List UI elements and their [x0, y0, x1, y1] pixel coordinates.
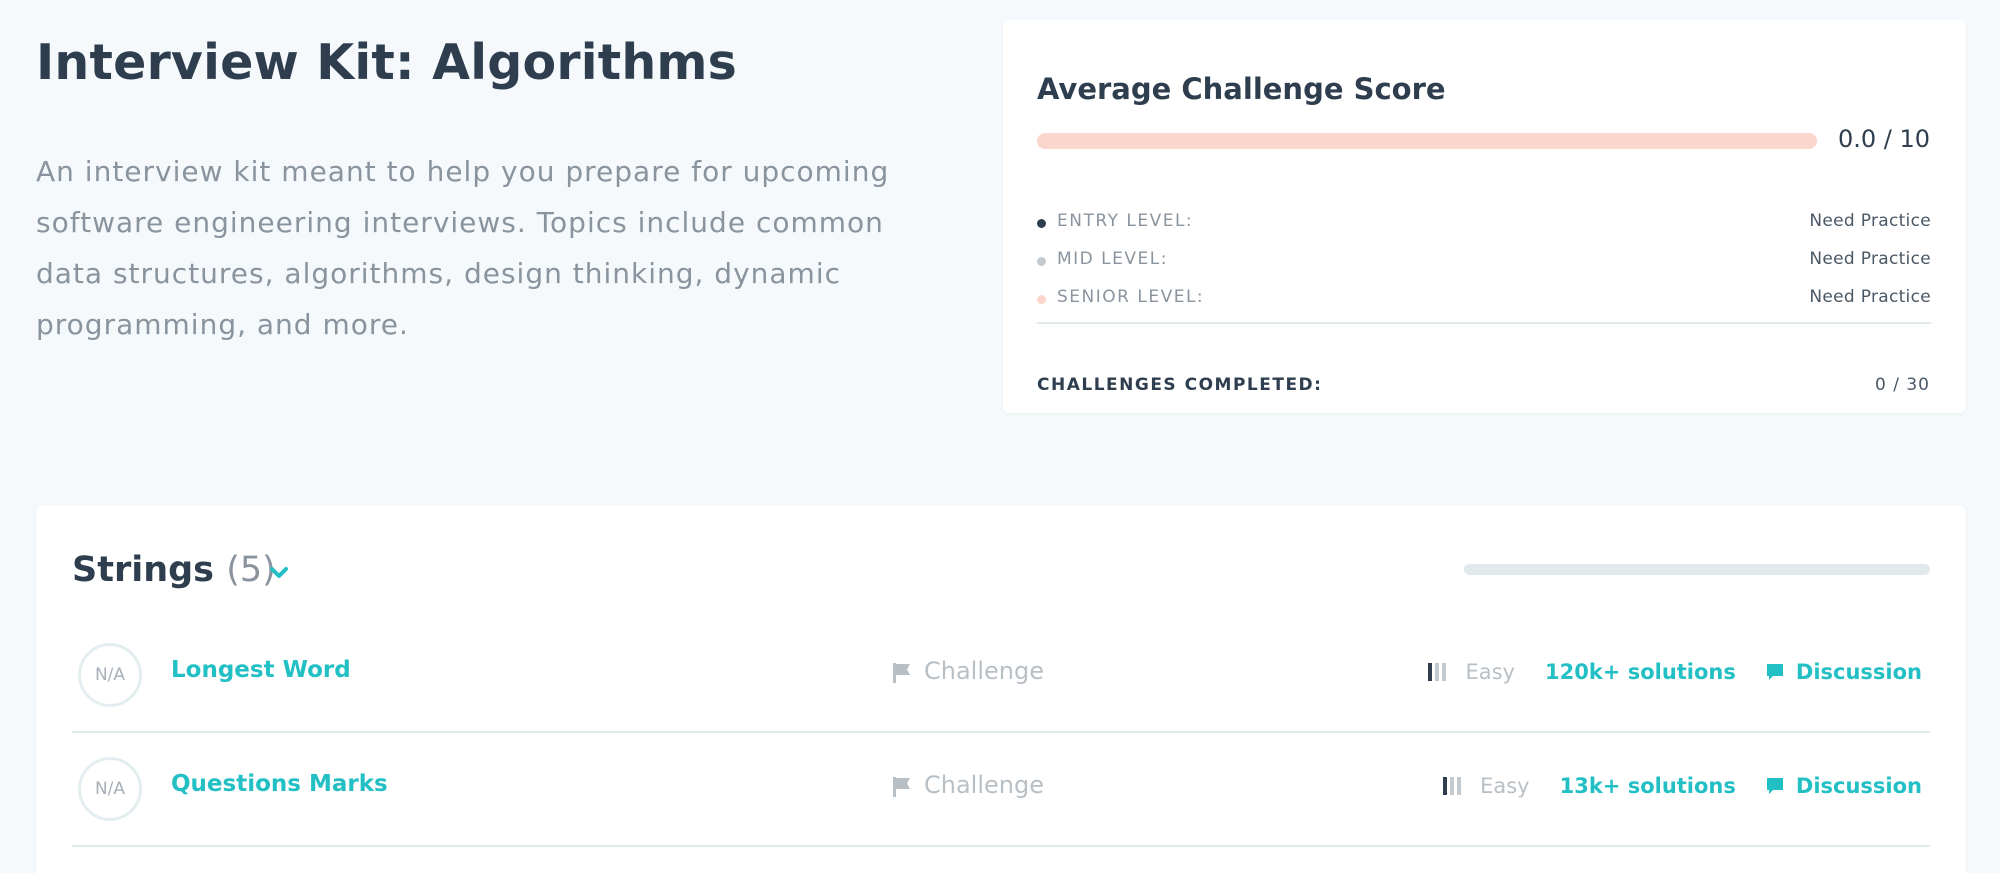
mid-level-dot: [1037, 257, 1046, 266]
challenge-type: Challenge: [924, 771, 1044, 799]
difficulty-bars-icon: [1443, 777, 1462, 795]
discussion-link[interactable]: Discussion: [1766, 660, 1922, 684]
entry-level-label: ENTRY LEVEL:: [1057, 211, 1194, 231]
challenges-completed-value: 0 / 30: [1875, 375, 1930, 395]
row-divider: [72, 845, 1930, 847]
section-progress-bar: [1464, 564, 1930, 575]
flag-icon: [893, 777, 910, 797]
page-title: Interview Kit: Algorithms: [36, 34, 738, 91]
challenges-completed-label: CHALLENGES COMPLETED:: [1037, 375, 1323, 395]
entry-level-status: Need Practice: [1809, 211, 1931, 231]
senior-level-dot: [1037, 295, 1046, 304]
score-badge: N/A: [78, 643, 142, 707]
chat-icon: [1766, 778, 1783, 794]
level-row-entry: ENTRY LEVEL: Need Practice: [1037, 210, 1931, 236]
challenge-meta: Easy 13k+ solutions Discussion: [1442, 771, 1922, 801]
senior-level-status: Need Practice: [1809, 287, 1931, 307]
kit-description: An interview kit meant to help you prepa…: [36, 155, 890, 341]
score-value: 0.0 / 10: [1837, 125, 1930, 153]
page: Interview Kit: Algorithms An interview k…: [0, 0, 2000, 873]
challenge-row[interactable]: N/A Questions Marks Challenge Easy 13k+ …: [72, 733, 1930, 847]
score-badge: N/A: [78, 757, 142, 821]
challenge-row[interactable]: N/A Longest Word Challenge Easy 120k+ so…: [72, 619, 1930, 733]
difficulty-label: Easy: [1465, 660, 1515, 684]
mid-level-status: Need Practice: [1809, 249, 1931, 269]
challenge-link[interactable]: Questions Marks: [171, 771, 388, 797]
divider: [1037, 322, 1931, 324]
challenge-type: Challenge: [924, 657, 1044, 685]
section-name: Strings: [72, 550, 214, 590]
average-score-card: Average Challenge Score 0.0 / 10 ENTRY L…: [1003, 20, 1966, 413]
discussion-label: Discussion: [1795, 774, 1922, 798]
discussion-label: Discussion: [1795, 660, 1922, 684]
solutions-link[interactable]: 13k+ solutions: [1560, 774, 1736, 798]
level-row-mid: MID LEVEL: Need Practice: [1037, 248, 1931, 274]
discussion-link[interactable]: Discussion: [1766, 774, 1922, 798]
senior-level-label: SENIOR LEVEL:: [1057, 287, 1205, 307]
challenge-meta: Easy 120k+ solutions Discussion: [1427, 657, 1922, 687]
score-card-title: Average Challenge Score: [1037, 72, 1446, 106]
flag-icon: [893, 663, 910, 683]
chevron-down-icon[interactable]: [264, 558, 294, 588]
solutions-link[interactable]: 120k+ solutions: [1545, 660, 1736, 684]
challenge-link[interactable]: Longest Word: [171, 657, 351, 683]
entry-level-dot: [1037, 219, 1046, 228]
difficulty-label: Easy: [1480, 774, 1530, 798]
mid-level-label: MID LEVEL:: [1057, 249, 1168, 269]
section-title: Strings (5): [72, 550, 276, 590]
difficulty-bars-icon: [1428, 663, 1447, 681]
strings-section: Strings (5) N/A Longest Word Challenge E…: [36, 506, 1966, 873]
level-row-senior: SENIOR LEVEL: Need Practice: [1037, 286, 1931, 312]
chat-icon: [1766, 664, 1783, 680]
score-progress-bar: [1037, 133, 1817, 149]
